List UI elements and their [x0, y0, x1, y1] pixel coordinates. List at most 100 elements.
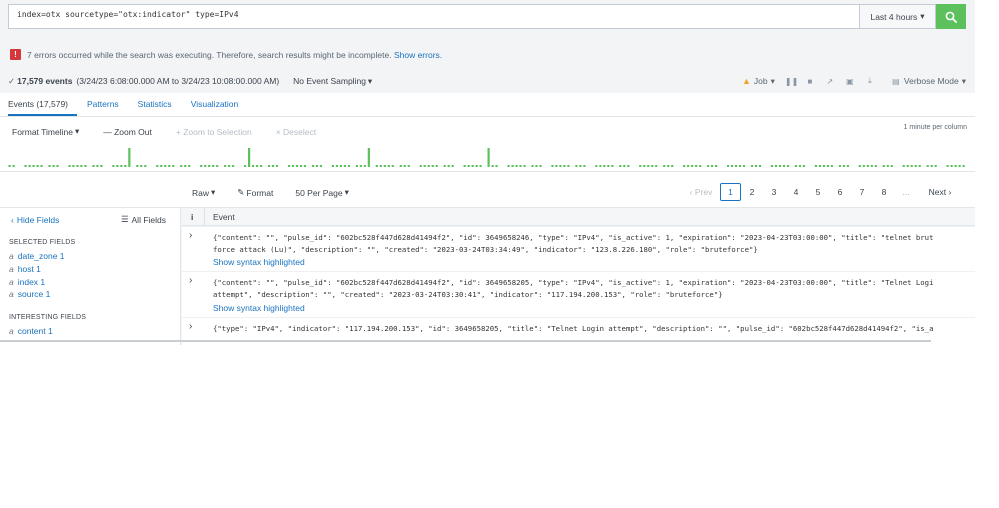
field-date-zone[interactable]: a date_zone 1	[9, 251, 65, 261]
timeline-bar[interactable]	[112, 165, 115, 167]
timeline-bar[interactable]	[68, 165, 71, 167]
timeline-bar[interactable]	[204, 165, 207, 167]
timeline-bar[interactable]	[910, 165, 913, 167]
timeline-bar[interactable]	[958, 165, 961, 167]
timeline-bar[interactable]	[136, 165, 139, 167]
timeline-bar[interactable]	[830, 165, 833, 167]
timeline-bar[interactable]	[774, 165, 778, 167]
page-3-button[interactable]: 3	[763, 183, 785, 201]
timeline-bar[interactable]	[758, 165, 762, 167]
timeline-bar[interactable]	[727, 165, 730, 167]
timeline-bar[interactable]	[28, 165, 31, 167]
print-icon[interactable]: ▣	[845, 77, 855, 86]
timeline-bar[interactable]	[259, 165, 263, 167]
timeline-bar[interactable]	[914, 165, 917, 167]
prev-page-button[interactable]: ‹ Prev	[682, 183, 720, 201]
timeline-bar[interactable]	[172, 165, 175, 167]
timeline-bar[interactable]	[407, 165, 410, 167]
timeline-bar[interactable]	[655, 165, 658, 167]
timeline-bar[interactable]	[391, 165, 394, 167]
timeline-bar[interactable]	[671, 165, 674, 167]
timeline-bar[interactable]	[603, 165, 606, 167]
zoom-out-button[interactable]: — Zoom Out	[103, 126, 152, 137]
page-7-button[interactable]: 7	[851, 183, 873, 201]
timeline-bar[interactable]	[651, 165, 654, 167]
timeline-bar[interactable]	[431, 165, 434, 167]
show-errors-link[interactable]: Show errors.	[394, 50, 442, 60]
timeline-bar[interactable]	[647, 165, 650, 167]
expand-icon[interactable]: ›	[189, 275, 192, 286]
timeline-bar[interactable]	[275, 165, 279, 167]
timeline-bar[interactable]	[715, 165, 718, 167]
tab-visualization[interactable]: Visualization	[191, 93, 248, 116]
timeline-bar[interactable]	[563, 165, 566, 167]
timeline-bar[interactable]	[794, 165, 798, 167]
timeline-bar[interactable]	[56, 165, 59, 167]
timeline-bar[interactable]	[515, 165, 518, 167]
share-icon[interactable]: ↗	[825, 77, 835, 86]
timeline-bar[interactable]	[874, 165, 877, 167]
tab-patterns[interactable]: Patterns	[87, 93, 128, 116]
timeline-bar[interactable]	[164, 165, 167, 167]
timeline-bar[interactable]	[826, 165, 829, 167]
timeline-bar[interactable]	[926, 165, 929, 167]
timeline-bar[interactable]	[343, 165, 346, 167]
tab-events[interactable]: Events (17,579)	[8, 93, 78, 116]
timeline-bar[interactable]	[818, 165, 821, 167]
timeline-bar[interactable]	[331, 165, 335, 167]
timeline-bar[interactable]	[699, 165, 702, 167]
timeline-spike-bar[interactable]	[487, 148, 490, 167]
timeline-bar[interactable]	[335, 165, 339, 167]
timeline-bar[interactable]	[303, 165, 307, 167]
timeline-bar[interactable]	[475, 165, 478, 167]
deselect-button[interactable]: × Deselect	[276, 126, 316, 137]
timeline-bar[interactable]	[838, 165, 841, 167]
timeline-bar[interactable]	[36, 165, 39, 167]
timeline-bar[interactable]	[255, 165, 259, 167]
timeline-bar[interactable]	[8, 165, 11, 167]
timeline-bar[interactable]	[443, 165, 446, 167]
timeline-bar[interactable]	[423, 165, 426, 167]
timeline-bar[interactable]	[734, 165, 738, 167]
timeline-bar[interactable]	[778, 165, 782, 167]
timeline-bar[interactable]	[40, 165, 43, 167]
timeline-bar[interactable]	[80, 165, 83, 167]
pause-icon[interactable]: ❚❚	[785, 77, 798, 86]
timeline-bar[interactable]	[599, 165, 602, 167]
page-5-button[interactable]: 5	[807, 183, 829, 201]
zoom-to-selection-button[interactable]: + Zoom to Selection	[176, 126, 252, 137]
timeline-bar[interactable]	[48, 165, 51, 167]
timeline-bar[interactable]	[399, 165, 402, 167]
field-content[interactable]: a content 1	[9, 326, 53, 336]
timeline-bar[interactable]	[32, 165, 35, 167]
timeline-bar[interactable]	[24, 165, 27, 167]
timeline-bar[interactable]	[842, 165, 845, 167]
timeline-bar[interactable]	[295, 165, 299, 167]
timeline-bar[interactable]	[311, 165, 315, 167]
timeline-bar[interactable]	[962, 165, 965, 167]
timeline-bar[interactable]	[583, 165, 586, 167]
timeline-bar[interactable]	[427, 165, 430, 167]
timeline-bar[interactable]	[347, 165, 350, 167]
timeline-bar[interactable]	[100, 165, 103, 167]
timeline-bar[interactable]	[355, 165, 358, 167]
timeline-bar[interactable]	[160, 165, 163, 167]
timeline-bar[interactable]	[611, 165, 614, 167]
timeline-bar[interactable]	[200, 165, 203, 167]
timeline-bar[interactable]	[216, 165, 219, 167]
timeline-bar[interactable]	[212, 165, 215, 167]
timeline-bar[interactable]	[92, 165, 95, 167]
timeline-bar[interactable]	[946, 165, 949, 167]
timeline-bar[interactable]	[435, 165, 438, 167]
format-button[interactable]: ✎ Format	[237, 187, 273, 198]
timeline-bar[interactable]	[519, 165, 522, 167]
event-sampling-dropdown[interactable]: No Event Sampling ▾	[293, 76, 372, 87]
timeline-bar[interactable]	[730, 165, 734, 167]
timeline-bar[interactable]	[208, 165, 211, 167]
timeline-bar[interactable]	[619, 165, 622, 167]
timeline-bar[interactable]	[870, 165, 873, 167]
timeline-bar[interactable]	[918, 165, 921, 167]
tab-statistics[interactable]: Statistics	[138, 93, 181, 116]
horizontal-scrollbar[interactable]	[0, 340, 931, 342]
timeline-bar[interactable]	[180, 165, 183, 167]
